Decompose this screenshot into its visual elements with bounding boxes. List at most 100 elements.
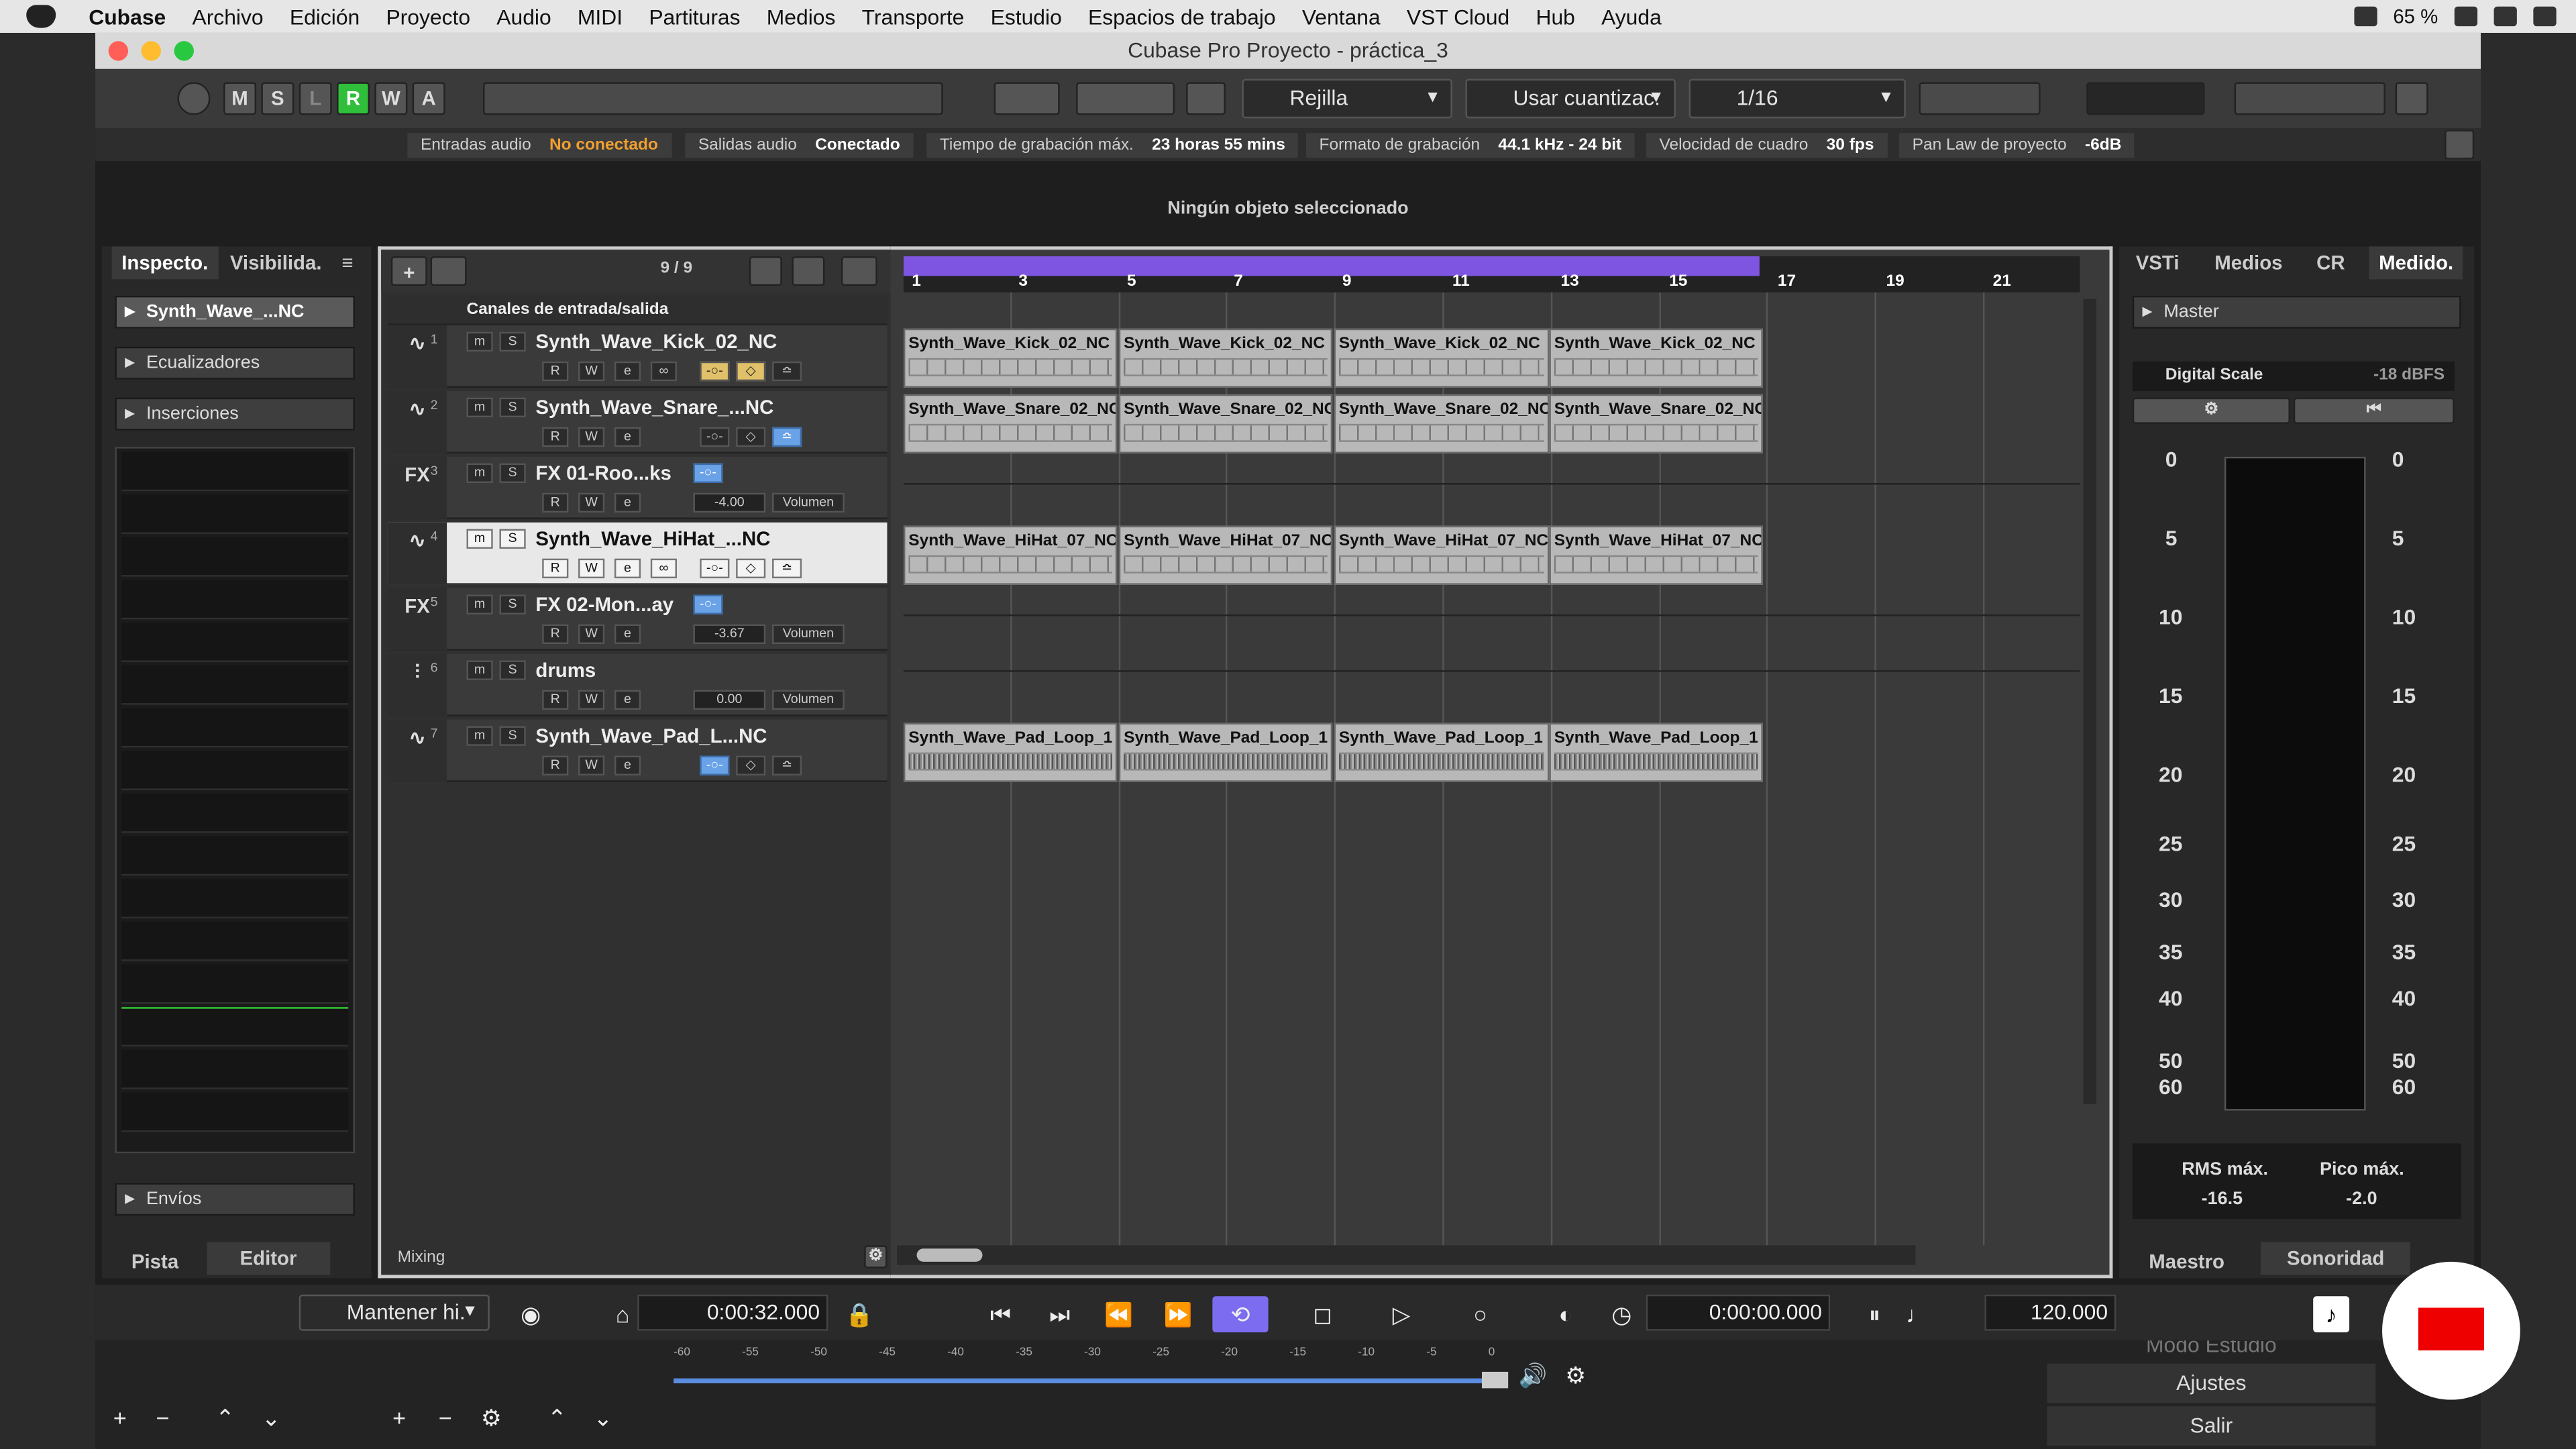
add-track-icon[interactable]: + <box>390 256 427 286</box>
mute-button[interactable]: m <box>466 726 493 746</box>
track-row[interactable]: ⫶ 6 m S drums R W e 0.00 Volumen <box>387 653 888 716</box>
read-button[interactable]: R <box>542 755 569 775</box>
edit-icon[interactable]: e <box>614 492 641 513</box>
solo-button[interactable]: S <box>499 594 526 614</box>
eq-icon[interactable]: ≏ <box>772 361 802 382</box>
audio-event[interactable]: Synth_Wave_Pad_Loop_1 <box>1118 722 1333 782</box>
audio-event[interactable]: Synth_Wave_Pad_Loop_1 <box>903 722 1118 782</box>
quantize-mode-dropdown[interactable]: Usar cuantizac. ▼ <box>1465 78 1676 119</box>
ruler[interactable]: 1 3 5 7 9 11 13 15 17 19 21 <box>903 256 2080 292</box>
read-button[interactable]: R <box>542 492 569 513</box>
audio-event[interactable]: Synth_Wave_HiHat_07_NC <box>1549 525 1763 585</box>
horizontal-scrollbar[interactable] <box>897 1245 1916 1265</box>
tab-meter[interactable]: Medido. <box>2369 246 2463 280</box>
apple-icon[interactable] <box>26 5 56 28</box>
write-button[interactable]: W <box>578 690 605 710</box>
inspector-sends-section[interactable]: Envíos <box>115 1183 355 1216</box>
grid-type-dropdown[interactable]: Rejilla ▼ <box>1242 78 1452 119</box>
solo-button[interactable]: S <box>499 660 526 680</box>
menu-app[interactable]: Cubase <box>76 4 179 29</box>
solo-button[interactable]: S <box>499 726 526 746</box>
add-icon[interactable]: + <box>374 1400 423 1436</box>
lock-icon[interactable]: 🔒 <box>835 1296 883 1332</box>
read-button[interactable]: R <box>542 690 569 710</box>
track-name[interactable]: Synth_Wave_Kick_02_NC <box>535 330 777 353</box>
mute-button[interactable]: m <box>466 660 493 680</box>
track-name[interactable]: FX 01-Roo...ks <box>535 462 672 484</box>
snap-type-button[interactable] <box>994 82 1060 115</box>
tab-vsti[interactable]: VSTi <box>2136 246 2180 279</box>
diamond-icon[interactable]: ◇ <box>736 558 766 579</box>
lane-icon[interactable]: -○- <box>700 361 730 382</box>
go-to-end-button[interactable]: ⏭ <box>1035 1296 1084 1332</box>
listen-button[interactable]: L <box>299 82 332 115</box>
lane-icon[interactable]: -○- <box>693 594 723 614</box>
inspector-track-name[interactable]: Synth_Wave_...NC <box>115 295 355 329</box>
speaker-icon[interactable]: 🔊 <box>1508 1357 1557 1393</box>
audio-event[interactable]: Synth_Wave_Pad_Loop_1 <box>1334 722 1550 782</box>
menu-edicion[interactable]: Edición <box>276 4 373 29</box>
menu-transporte[interactable]: Transporte <box>849 4 977 29</box>
menu-archivo[interactable]: Archivo <box>179 4 276 29</box>
nudge-button[interactable] <box>1076 82 1175 115</box>
track-preset-icon[interactable] <box>430 256 467 286</box>
mute-button[interactable]: m <box>466 594 493 614</box>
audio-event[interactable]: Synth_Wave_Snare_02_NC <box>1549 394 1763 453</box>
mute-button[interactable]: M <box>223 82 257 115</box>
visibility-icon[interactable] <box>749 256 782 286</box>
track-name[interactable]: Synth_Wave_Snare_...NC <box>535 396 773 419</box>
auto-punch-icon[interactable]: ◐ <box>1541 1296 1590 1332</box>
audio-event[interactable]: Synth_Wave_Snare_02_NC <box>903 394 1118 453</box>
chevron-down-icon[interactable]: ⌄ <box>246 1400 295 1436</box>
track-row[interactable]: ∿ 1 m S Synth_Wave_Kick_02_NC R W e ∞ -○… <box>387 325 888 388</box>
edit-icon[interactable]: e <box>614 690 641 710</box>
track-name[interactable]: Synth_Wave_Pad_L...NC <box>535 724 767 747</box>
edit-icon[interactable]: e <box>614 427 641 447</box>
audio-event[interactable]: Synth_Wave_Snare_02_NC <box>1334 394 1550 453</box>
menu-exit[interactable]: Salir <box>2047 1406 2376 1446</box>
link-icon[interactable]: ∞ <box>650 558 677 579</box>
chevron-down-icon[interactable]: ⌄ <box>578 1400 627 1436</box>
volume-value[interactable]: -3.67 <box>693 624 766 645</box>
click-button[interactable]: ♪ <box>2313 1296 2350 1333</box>
zoom-window-button[interactable] <box>174 41 194 61</box>
fader-handle[interactable] <box>1481 1371 1509 1389</box>
write-button[interactable]: W <box>578 624 605 645</box>
eq-icon[interactable]: ≏ <box>772 558 802 579</box>
menu-studio-mode[interactable]: Modo Estudio <box>2047 1340 2375 1360</box>
inspector-inserts-section[interactable]: Inserciones <box>115 397 355 431</box>
menu-proyecto[interactable]: Proyecto <box>373 4 484 29</box>
audio-event[interactable]: Synth_Wave_HiHat_07_NC <box>1118 525 1333 585</box>
scrollbar-thumb[interactable] <box>916 1248 983 1262</box>
read-button[interactable]: R <box>542 558 569 579</box>
lane-icon[interactable]: -○- <box>700 427 730 447</box>
meter-settings-icon[interactable]: ⚙ <box>2132 397 2290 424</box>
stop-button[interactable]: ◻ <box>1298 1296 1347 1332</box>
go-to-start-button[interactable]: ⏮ <box>976 1296 1025 1332</box>
minimize-window-button[interactable] <box>141 41 162 61</box>
solo-button[interactable]: S <box>499 331 526 352</box>
add-icon[interactable]: + <box>95 1400 144 1436</box>
solo-button[interactable]: S <box>499 397 526 418</box>
menu-estudio[interactable]: Estudio <box>977 4 1075 29</box>
menu-ventana[interactable]: Ventana <box>1289 4 1393 29</box>
meter-reset-icon[interactable]: ⏮ <box>2293 397 2455 424</box>
automation-icon[interactable]: ◉ <box>506 1296 555 1332</box>
chevron-up-icon[interactable]: ⌃ <box>532 1400 581 1436</box>
tab-visibility[interactable]: Visibilida. <box>230 246 322 279</box>
activate-project-button[interactable] <box>177 82 211 115</box>
track-name[interactable]: Synth_Wave_HiHat_...NC <box>535 527 770 550</box>
diamond-icon[interactable]: ◇ <box>736 755 766 775</box>
track-name[interactable]: FX 02-Mon...ay <box>535 593 674 616</box>
master-section[interactable]: Master <box>2132 295 2461 329</box>
battery-icon[interactable] <box>2454 6 2478 27</box>
tab-media[interactable]: Medios <box>2214 246 2282 279</box>
diamond-icon[interactable]: ◇ <box>736 361 766 382</box>
automation-param[interactable]: Volumen <box>772 624 845 645</box>
lane-icon[interactable]: -○- <box>700 558 730 579</box>
menu-medios[interactable]: Medios <box>753 4 849 29</box>
list-icon[interactable] <box>792 256 825 286</box>
write-automation-button[interactable]: W <box>374 82 408 115</box>
volume-value[interactable]: -4.00 <box>693 492 766 513</box>
mute-button[interactable]: m <box>466 397 493 418</box>
